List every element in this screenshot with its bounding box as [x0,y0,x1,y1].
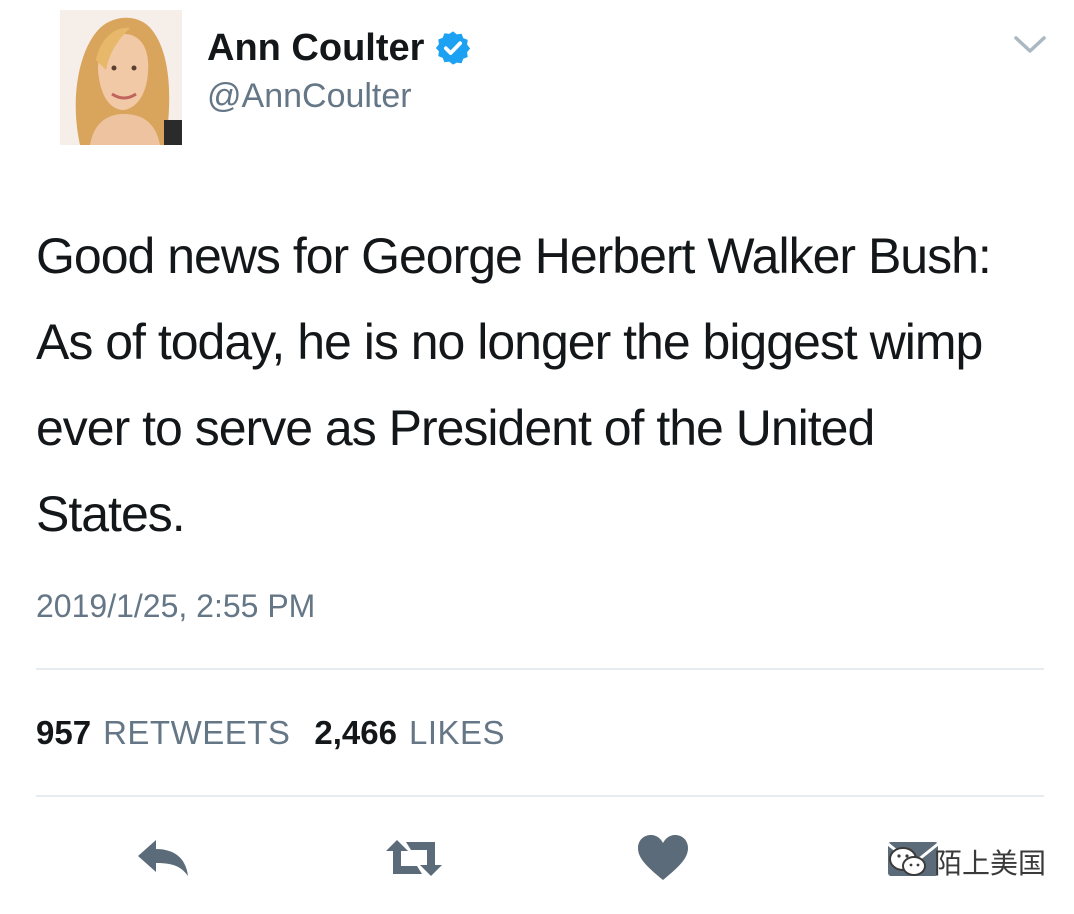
tweet-text: Good news for George Herbert Walker Bush… [36,228,992,542]
divider [36,668,1044,670]
retweets-stat[interactable]: 957 RETWEETS [36,712,290,754]
likes-count: 2,466 [314,714,397,751]
retweets-count: 957 [36,714,92,751]
author-handle[interactable]: @AnnCoulter [207,76,412,116]
reply-icon [138,840,188,876]
like-icon [638,835,688,880]
retweet-button[interactable] [383,834,445,882]
retweet-icon [386,840,442,876]
watermark: 陌上美国 [888,838,1046,886]
avatar[interactable] [60,10,182,145]
watermark-text: 陌上美国 [934,847,1047,880]
verified-badge-icon [436,31,471,65]
divider [36,795,1044,797]
tweet-timestamp[interactable]: 2019/1/25, 2:55 PM [36,586,315,626]
avatar-photo [60,10,182,145]
likes-label: LIKES [409,714,506,751]
author-display-name[interactable]: Ann Coulter [207,26,424,70]
reply-button[interactable] [134,834,192,882]
tweet-stats: 957 RETWEETS 2,466 LIKES [36,712,505,754]
likes-stat[interactable]: 2,466 LIKES [314,712,505,754]
chevron-down-icon[interactable] [1013,34,1047,56]
like-button[interactable] [636,834,690,882]
wechat-logo-icon [889,847,926,876]
retweets-label: RETWEETS [103,714,291,751]
author-name[interactable]: Ann Coulter [207,26,472,70]
